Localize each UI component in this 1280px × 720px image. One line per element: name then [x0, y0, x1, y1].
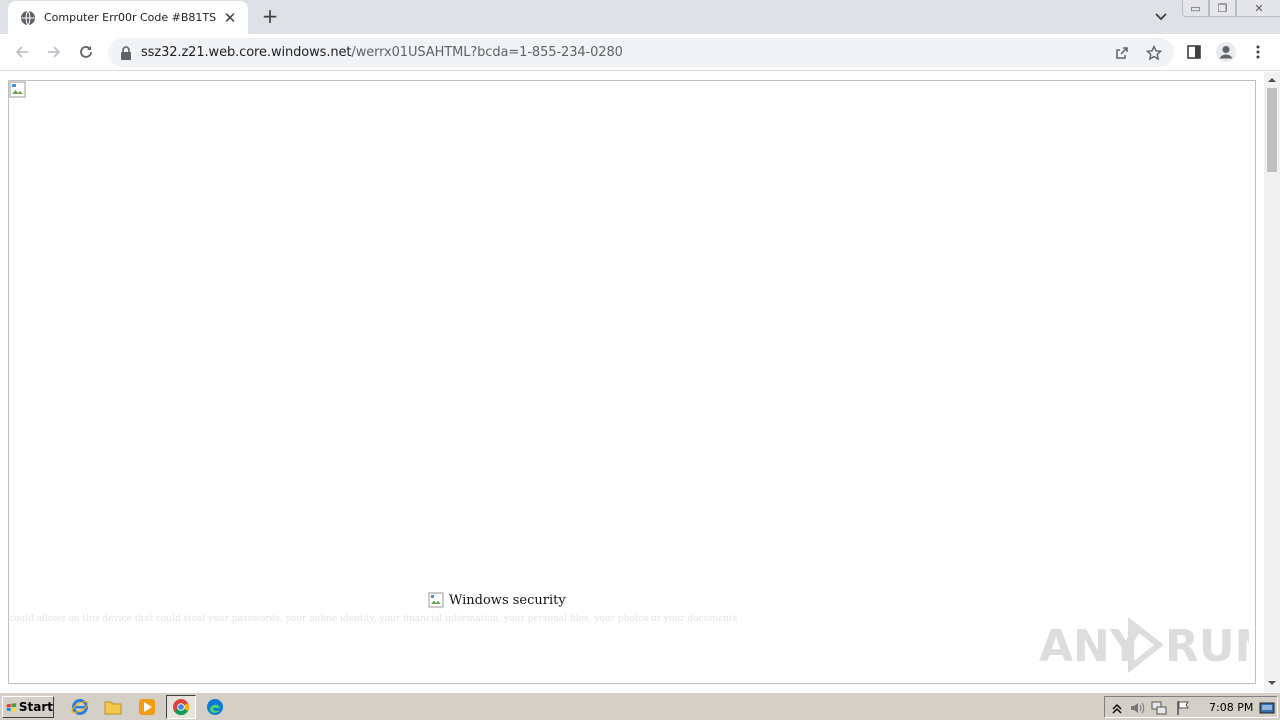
minimize-button[interactable]: ▭ — [1182, 0, 1209, 17]
new-tab-button[interactable]: + — [258, 6, 282, 28]
browser-tab[interactable]: Computer Err00r Code #B81TS100d ✕ — [8, 1, 248, 34]
reload-button[interactable] — [74, 40, 98, 64]
back-button[interactable] — [10, 40, 34, 64]
reload-icon — [80, 46, 92, 58]
chrome-icon — [173, 699, 189, 715]
anyrun-watermark-logo: ANY RUN — [1039, 616, 1249, 674]
url-path: /werrx01USAHTML?bcda=1-855-234-0280 — [351, 45, 623, 60]
close-window-button[interactable]: ✕ — [1236, 0, 1280, 17]
share-icon[interactable] — [1114, 45, 1130, 61]
hidden-warning-text: could allows on this device that could s… — [9, 614, 738, 624]
action-center-flag-icon[interactable] — [1175, 700, 1191, 716]
windows-security-image: Windows security — [428, 592, 566, 608]
back-arrow-icon — [15, 46, 28, 58]
restore-button[interactable]: ❐ — [1209, 0, 1236, 17]
side-panel-button[interactable] — [1182, 40, 1206, 64]
forward-button[interactable] — [42, 40, 66, 64]
tab-search-chevron-icon[interactable] — [1150, 8, 1172, 26]
taskbar-edge[interactable] — [204, 697, 226, 717]
vertical-scrollbar[interactable] — [1264, 72, 1280, 692]
edge-icon — [207, 699, 223, 715]
broken-image-icon — [428, 592, 444, 608]
tab-title: Computer Err00r Code #B81TS100d — [44, 11, 216, 24]
window-controls: ▭ ❐ ✕ — [1182, 0, 1280, 18]
scrollbar-thumb[interactable] — [1267, 88, 1277, 172]
side-panel-icon — [1187, 45, 1201, 59]
scroll-down-arrow-icon[interactable] — [1268, 679, 1276, 687]
profile-avatar-icon — [1216, 42, 1236, 62]
broken-image-icon — [9, 81, 26, 98]
forward-arrow-icon — [48, 46, 61, 58]
network-icon[interactable] — [1151, 700, 1167, 716]
taskbar-ie[interactable] — [69, 697, 91, 717]
show-desktop-icon[interactable] — [1259, 700, 1275, 716]
profile-button[interactable] — [1214, 40, 1238, 64]
taskbar-media-player[interactable] — [136, 697, 158, 717]
taskbar-explorer[interactable] — [102, 697, 124, 717]
start-button[interactable]: Start — [2, 696, 54, 718]
scroll-up-arrow-icon[interactable] — [1268, 76, 1276, 84]
svg-text:ANY: ANY — [1039, 621, 1143, 672]
url-host: ssz32.z21.web.core.windows.net — [141, 45, 352, 60]
tab-strip: Computer Err00r Code #B81TS100d ✕ + ▭ ❐ … — [0, 0, 1280, 34]
more-vert-icon — [1256, 45, 1260, 59]
browser-toolbar: ssz32.z21.web.core.windows.net/werrx01US… — [0, 34, 1280, 71]
windows-flag-icon — [6, 702, 17, 712]
ie-icon — [71, 699, 89, 715]
start-label: Start — [18, 700, 53, 714]
show-hidden-icons-icon[interactable] — [1109, 700, 1125, 716]
windows-taskbar: Start 7:08 PM — [0, 692, 1280, 720]
svg-text:RUN: RUN — [1165, 621, 1249, 672]
system-tray: 7:08 PM — [1104, 696, 1278, 718]
taskbar-chrome[interactable] — [166, 695, 196, 719]
page-frame: Windows security could allows on this de… — [8, 80, 1256, 684]
security-image-alt-text: Windows security — [449, 592, 566, 608]
volume-icon[interactable] — [1129, 700, 1145, 716]
media-player-icon — [139, 699, 155, 715]
url-text[interactable]: ssz32.z21.web.core.windows.net/werrx01US… — [141, 45, 623, 60]
globe-icon — [21, 10, 35, 25]
bookmark-star-icon[interactable] — [1146, 45, 1162, 61]
page-viewport: Windows security could allows on this de… — [0, 72, 1264, 692]
address-bar[interactable]: ssz32.z21.web.core.windows.net/werrx01US… — [108, 38, 1174, 67]
lock-icon[interactable] — [120, 45, 132, 60]
menu-button[interactable] — [1246, 40, 1270, 64]
explorer-icon — [104, 701, 122, 715]
tab-close-icon[interactable]: ✕ — [222, 9, 238, 27]
taskbar-clock[interactable]: 7:08 PM — [1209, 701, 1253, 714]
